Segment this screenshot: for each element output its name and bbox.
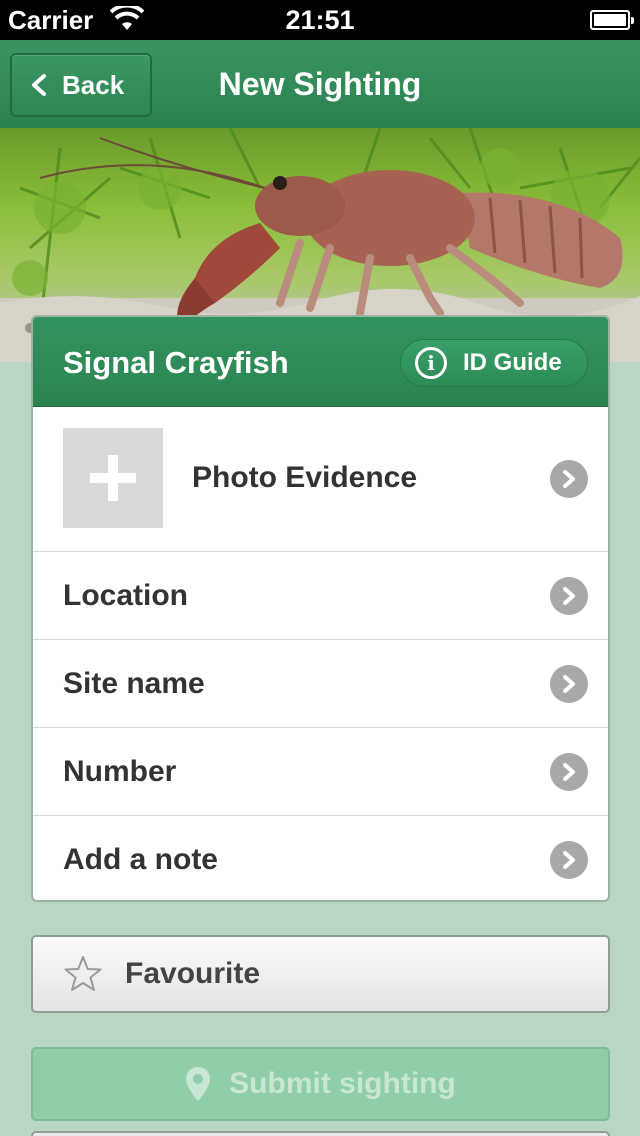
- info-icon: i: [415, 347, 447, 379]
- battery-icon: [590, 10, 634, 30]
- chevron-right-icon: [550, 752, 588, 791]
- next-button-edge: [31, 1131, 610, 1136]
- add-photo-placeholder[interactable]: [63, 428, 163, 528]
- sighting-card: Signal Crayfish i ID Guide Photo Evidenc…: [31, 315, 610, 902]
- star-icon: [64, 956, 102, 991]
- id-guide-label: ID Guide: [463, 349, 562, 376]
- row-label: Photo Evidence: [192, 461, 418, 494]
- chevron-right-icon: [550, 460, 588, 498]
- row-label: Location: [63, 578, 188, 612]
- favourite-button[interactable]: Favourite: [31, 935, 610, 1013]
- submit-label: Submit sighting: [229, 1067, 456, 1100]
- favourite-label: Favourite: [125, 957, 261, 990]
- number-row[interactable]: Number: [33, 727, 608, 815]
- add-note-row[interactable]: Add a note: [33, 815, 608, 900]
- chevron-right-icon: [550, 576, 588, 615]
- row-label: Number: [63, 754, 177, 788]
- row-label: Add a note: [63, 842, 218, 876]
- navigation-bar: New Sighting Back: [0, 40, 640, 128]
- chevron-right-icon: [550, 840, 588, 879]
- clock: 21:51: [285, 5, 355, 35]
- chevron-right-icon: [550, 664, 588, 703]
- species-name: Signal Crayfish: [63, 345, 289, 380]
- id-guide-button[interactable]: i ID Guide: [400, 339, 588, 387]
- photo-evidence-row[interactable]: Photo Evidence: [33, 407, 608, 551]
- card-header: Signal Crayfish i ID Guide: [33, 317, 608, 407]
- back-label: Back: [62, 69, 125, 100]
- location-row[interactable]: Location: [33, 551, 608, 639]
- back-button[interactable]: Back: [10, 53, 152, 117]
- submit-sighting-button[interactable]: Submit sighting: [31, 1047, 610, 1121]
- status-bar: Carrier 21:51: [0, 0, 640, 40]
- site-name-row[interactable]: Site name: [33, 639, 608, 727]
- location-pin-icon: [186, 1067, 211, 1101]
- row-label: Site name: [63, 666, 205, 700]
- plus-icon: [90, 455, 136, 501]
- chevron-left-icon: [32, 74, 46, 96]
